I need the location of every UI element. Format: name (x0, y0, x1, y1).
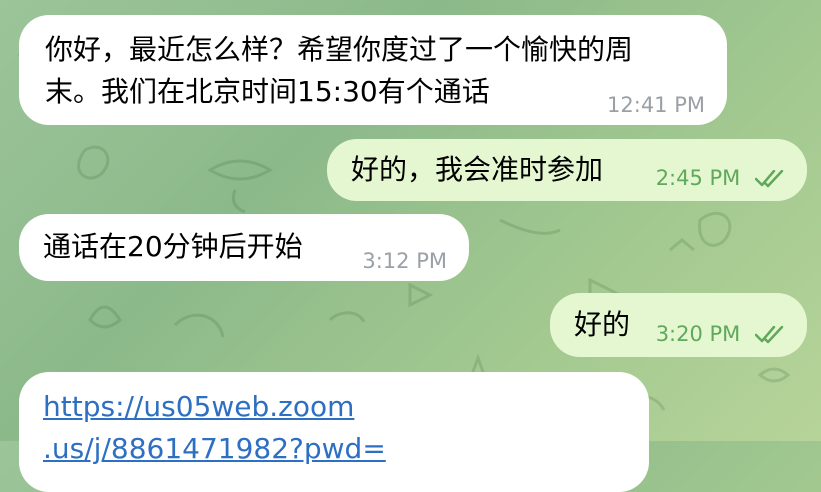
message-text: 你好，最近怎么样？希望你度过了一个愉快的周 末。我们在北京时间15:30有个通话 (45, 29, 703, 113)
meeting-link-continuation[interactable]: .us/j/8861471982?pwd= (43, 432, 386, 465)
double-check-icon (754, 169, 785, 193)
message-time: 3:20 PM (655, 322, 741, 346)
message-outgoing-2[interactable]: 好的 3:20 PM (550, 293, 807, 357)
message-time: 2:45 PM (655, 166, 741, 190)
message-text: 好的 (574, 308, 631, 341)
message-incoming-3[interactable]: https://us05web.zoom .us/j/8861471982?pw… (19, 372, 649, 492)
message-meta: 2:45 PM (656, 166, 785, 193)
message-time: 3:12 PM (362, 249, 447, 273)
message-text: 好的，我会准时参加 (351, 153, 604, 186)
message-meta: 3:20 PM (656, 322, 785, 349)
message-incoming-2[interactable]: 通话在20分钟后开始 3:12 PM (19, 214, 469, 281)
message-text-line-1: 你好，最近怎么样？希望你度过了一个愉快的周 (45, 33, 634, 66)
message-outgoing-1[interactable]: 好的，我会准时参加 2:45 PM (327, 139, 807, 201)
double-check-icon (754, 325, 785, 349)
message-text-line-2: 末。我们在北京时间15:30有个通话 (45, 75, 490, 108)
message-time: 12:41 PM (607, 93, 705, 117)
message-incoming-1[interactable]: 你好，最近怎么样？希望你度过了一个愉快的周 末。我们在北京时间15:30有个通话… (19, 15, 727, 125)
meeting-link[interactable]: https://us05web.zoom (43, 390, 354, 423)
message-text: 通话在20分钟后开始 (43, 230, 303, 263)
